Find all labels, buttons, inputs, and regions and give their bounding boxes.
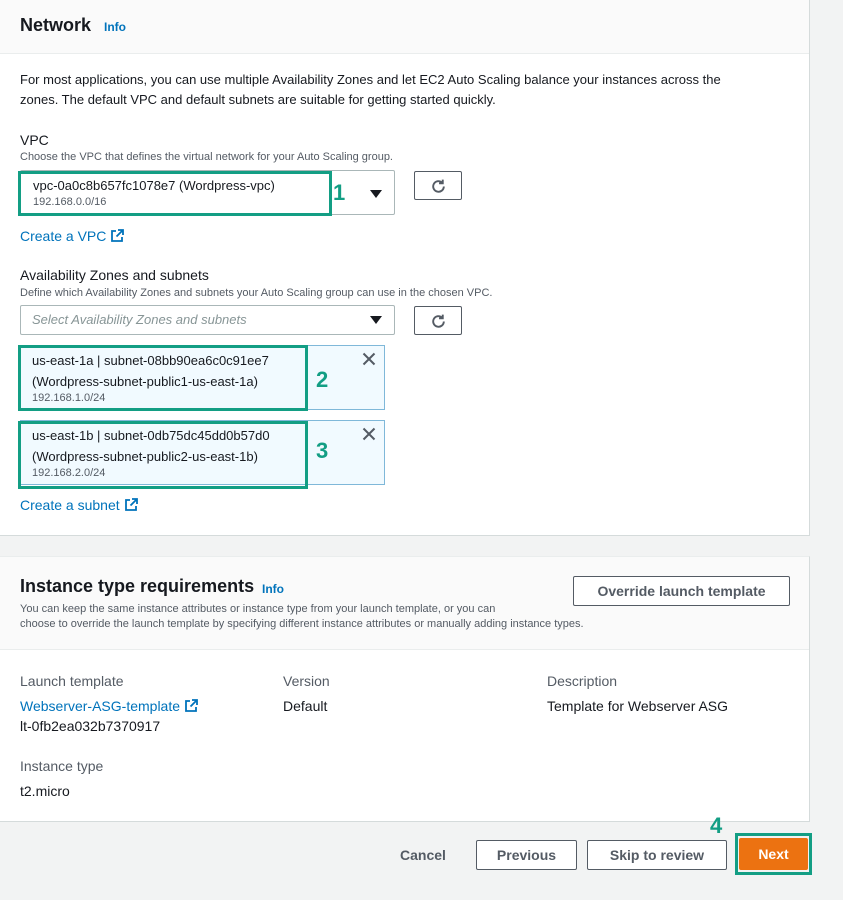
version-label: Version [283, 673, 330, 689]
azs-label: Availability Zones and subnets [20, 267, 209, 283]
vpc-help: Choose the VPC that defines the virtual … [20, 151, 393, 163]
vpc-label: VPC [20, 132, 49, 148]
create-vpc-link[interactable]: Create a VPC [20, 228, 125, 244]
annotation-box-4 [735, 833, 812, 875]
external-link-icon [111, 229, 125, 242]
launch-template-link[interactable]: Webserver-ASG-template [20, 698, 198, 714]
instance-requirements-panel: Instance type requirements Info Override… [0, 556, 810, 822]
annotation-number-1: 1 [333, 180, 346, 205]
create-subnet-link[interactable]: Create a subnet [20, 497, 138, 513]
instance-info-link[interactable]: Info [262, 582, 284, 596]
override-launch-template-button[interactable]: Override launch template [573, 576, 790, 606]
close-icon[interactable] [362, 352, 376, 366]
annotation-number-2: 2 [316, 367, 329, 392]
divider [0, 649, 809, 650]
external-link-icon [185, 699, 198, 712]
skip-to-review-button[interactable]: Skip to review [587, 840, 727, 870]
network-description-line2: zones. The default VPC and default subne… [20, 92, 496, 107]
azs-refresh-button[interactable] [414, 306, 462, 335]
cancel-button[interactable]: Cancel [400, 847, 446, 863]
caret-down-icon [370, 190, 382, 198]
caret-down-icon [370, 316, 382, 324]
description-label: Description [547, 673, 618, 689]
network-title: Network [20, 15, 92, 35]
create-vpc-label: Create a VPC [20, 228, 107, 244]
launch-template-label: Launch template [20, 673, 124, 689]
azs-help: Define which Availability Zones and subn… [20, 287, 493, 299]
network-description-line1: For most applications, you can use multi… [20, 72, 721, 87]
launch-template-id: lt-0fb2ea032b7370917 [20, 718, 161, 734]
network-panel: Network Info For most applications, you … [0, 0, 810, 536]
refresh-icon [432, 314, 445, 328]
instance-title: Instance type requirements [20, 576, 255, 596]
version-value: Default [283, 698, 328, 714]
annotation-number-4: 4 [710, 813, 723, 838]
previous-button[interactable]: Previous [476, 840, 577, 870]
description-value: Template for Webserver ASG [547, 698, 729, 714]
launch-template-name: Webserver-ASG-template [20, 698, 181, 714]
vpc-refresh-button[interactable] [414, 171, 462, 200]
close-icon[interactable] [362, 427, 376, 441]
instance-type-label: Instance type [20, 758, 104, 774]
instance-description-line1: You can keep the same instance attribute… [20, 603, 496, 615]
instance-type-value: t2.micro [20, 783, 70, 799]
refresh-icon [432, 179, 445, 193]
annotation-box-3 [18, 421, 308, 489]
create-subnet-label: Create a subnet [20, 497, 120, 513]
network-info-link[interactable]: Info [104, 20, 126, 34]
azs-select[interactable]: Select Availability Zones and subnets [20, 305, 395, 335]
instance-description-line2: choose to override the launch template b… [20, 618, 584, 630]
azs-placeholder: Select Availability Zones and subnets [32, 312, 247, 327]
network-header: Network Info [0, 0, 809, 54]
annotation-number-3: 3 [316, 438, 329, 463]
external-link-icon [124, 498, 138, 511]
annotation-box-2 [18, 345, 308, 411]
annotation-box-1 [18, 171, 332, 216]
